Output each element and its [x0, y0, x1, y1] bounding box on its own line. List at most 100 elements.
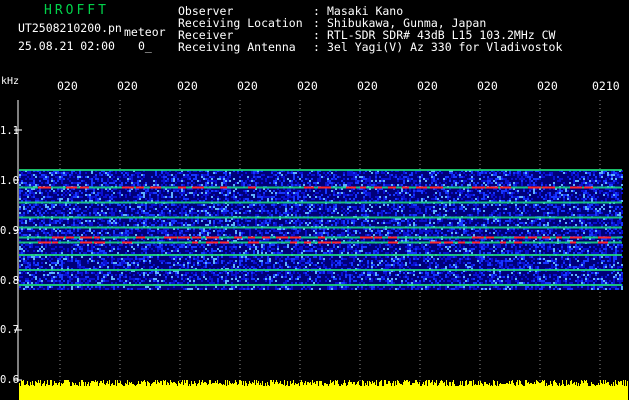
noise-pixel [557, 208, 559, 210]
noise-pixel [303, 184, 305, 186]
noise-pixel [327, 184, 329, 186]
noise-pixel [541, 220, 543, 222]
noise-pixel [369, 224, 371, 226]
noise-pixel [393, 220, 395, 222]
noise-pixel [611, 176, 613, 178]
noise-pixel [185, 198, 187, 200]
noise-pixel [507, 182, 509, 184]
noise-pixel [361, 184, 363, 186]
noise-pixel [23, 204, 25, 206]
noise-pixel [129, 194, 131, 196]
noise-pixel [463, 180, 465, 182]
noise-pixel [407, 234, 409, 236]
noise-pixel [53, 180, 55, 182]
noise-pixel [141, 174, 143, 176]
noise-pixel [601, 220, 603, 222]
noise-pixel [105, 194, 107, 196]
noise-pixel [457, 182, 459, 184]
noise-pixel [347, 194, 349, 196]
noise-pixel [171, 180, 173, 182]
noise-pixel [193, 224, 195, 226]
noise-pixel [183, 196, 185, 198]
noise-pixel [355, 176, 357, 178]
noise-pixel [203, 232, 205, 234]
noise-pixel [75, 172, 77, 174]
noise-pixel [51, 206, 53, 208]
noise-pixel [213, 172, 215, 174]
noise-pixel [417, 184, 419, 186]
noise-pixel [463, 232, 465, 234]
noise-pixel [451, 172, 453, 174]
noise-pixel [515, 196, 517, 198]
noise-pixel [273, 230, 275, 232]
noise-pixel [169, 214, 171, 216]
noise-pixel [103, 212, 105, 214]
noise-pixel [375, 174, 377, 176]
noise-pixel [67, 232, 69, 234]
noise-pixel [551, 204, 553, 206]
noise-pixel [571, 220, 573, 222]
noise-pixel [511, 194, 513, 196]
noise-pixel [105, 172, 107, 174]
noise-pixel [431, 198, 433, 200]
noise-pixel [519, 206, 521, 208]
noise-pixel [611, 178, 613, 180]
noise-pixel [415, 224, 417, 226]
noise-pixel [367, 234, 369, 236]
noise-pixel [599, 222, 601, 224]
noise-pixel [107, 174, 109, 176]
noise-pixel [619, 232, 621, 234]
noise-pixel [611, 230, 613, 232]
noise-pixel [185, 222, 187, 224]
noise-pixel [599, 232, 601, 234]
noise-pixel [595, 214, 597, 216]
noise-pixel [87, 184, 89, 186]
noise-pixel [195, 178, 197, 180]
noise-pixel [77, 214, 79, 216]
noise-pixel [93, 234, 95, 236]
noise-pixel [435, 230, 437, 232]
noise-pixel [183, 174, 185, 176]
noise-pixel [163, 176, 165, 178]
noise-pixel [365, 190, 367, 192]
noise-pixel [277, 178, 279, 180]
noise-pixel [499, 212, 501, 214]
noise-pixel [73, 234, 75, 236]
noise-pixel [535, 178, 537, 180]
noise-pixel [19, 206, 21, 208]
noise-pixel [273, 180, 275, 182]
noise-pixel [457, 196, 459, 198]
noise-pixel [411, 204, 413, 206]
noise-pixel [225, 172, 227, 174]
noise-pixel [289, 182, 291, 184]
noise-pixel [499, 176, 501, 178]
noise-pixel [77, 184, 79, 186]
noise-pixel [461, 176, 463, 178]
noise-pixel [505, 174, 507, 176]
noise-pixel [569, 178, 571, 180]
noise-pixel [365, 178, 367, 180]
noise-pixel [339, 176, 341, 178]
noise-pixel [67, 184, 69, 186]
noise-pixel [179, 192, 181, 194]
noise-pixel [209, 206, 211, 208]
noise-pixel [119, 184, 121, 186]
noise-pixel [287, 210, 289, 212]
noise-pixel [21, 174, 23, 176]
noise-pixel [499, 196, 501, 198]
noise-pixel [253, 208, 255, 210]
noise-pixel [51, 180, 53, 182]
noise-pixel [235, 198, 237, 200]
noise-pixel [155, 182, 157, 184]
noise-pixel [135, 220, 137, 222]
noise-pixel [139, 194, 141, 196]
noise-pixel [581, 234, 583, 236]
noise-pixel [189, 234, 191, 236]
noise-pixel [77, 208, 79, 210]
noise-pixel [239, 204, 241, 206]
noise-pixel [611, 184, 613, 186]
noise-pixel [233, 184, 235, 186]
noise-pixel [579, 214, 581, 216]
noise-pixel [25, 222, 27, 224]
noise-pixel [395, 208, 397, 210]
